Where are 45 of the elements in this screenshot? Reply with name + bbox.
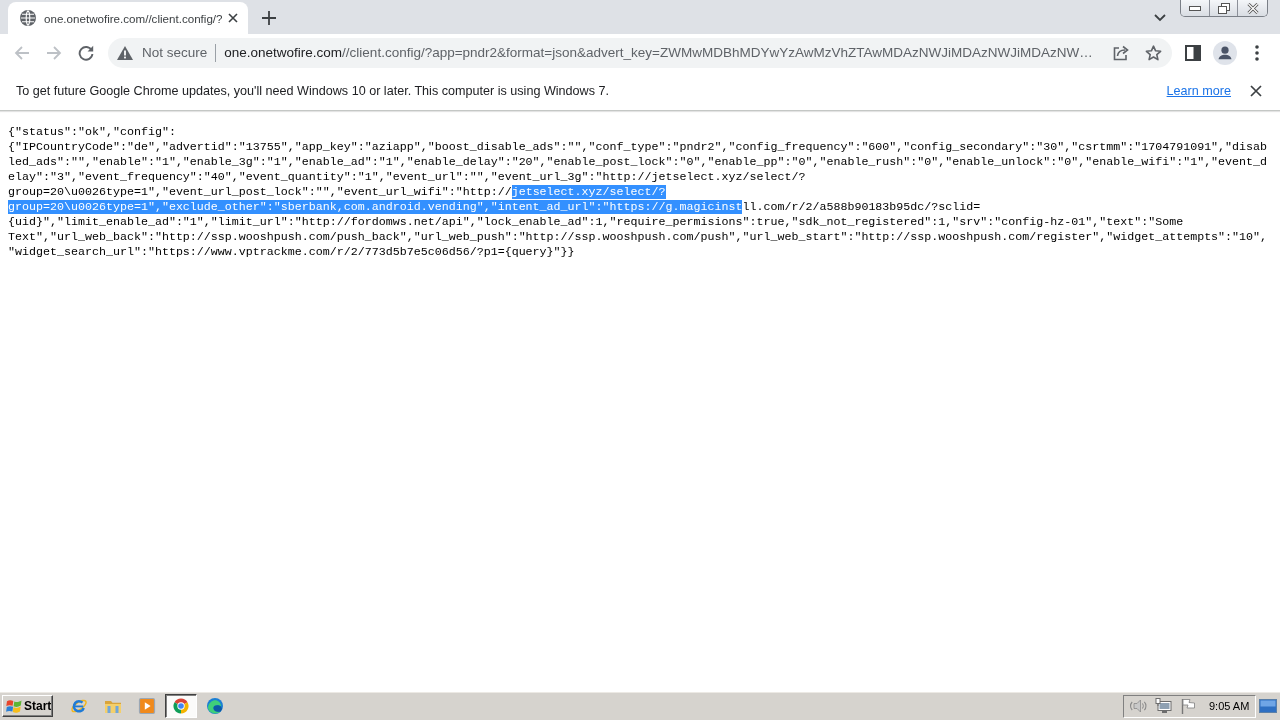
- share-icon[interactable]: [1113, 44, 1129, 61]
- minimize-button[interactable]: [1181, 0, 1209, 16]
- json-text: {"status":"ok","config":: [8, 125, 176, 139]
- browser-tab[interactable]: one.onetwofire.com//client.config/?: [8, 2, 248, 34]
- clock: 9:05 AM: [1209, 700, 1250, 712]
- json-text: elay":"3","event_frequency":"40","event_quantity":"1","event_url":"","event_url_3g":"http://jetselect.xyz/select/?: [8, 170, 806, 184]
- taskbar-button[interactable]: [165, 694, 197, 718]
- close-icon[interactable]: [1250, 84, 1262, 97]
- close-button[interactable]: [1237, 0, 1267, 16]
- infobar-message: To get future Google Chrome updates, you'll need Windows 10 or later. This computer is using Windows 7.: [16, 83, 609, 98]
- json-text: "widget_search_url":"https://www.vptrackme.com/r/2/773d5b7e5c06d56/?p1={query}"}}: [8, 245, 575, 259]
- minimize-icon: [1189, 5, 1201, 11]
- json-text: {"IPCountryCode":"de","advertid":"13755","app_key":"aziapp","boost_disable_ads":"","conf_type":"pndr2","config_frequency":"600","config_secondary":"30","csrtmm":"1704791091","disab: [8, 140, 1268, 154]
- security-status[interactable]: Not secure: [142, 45, 208, 60]
- json-text: led_ads":"","enable":"1","enable_3g":"1","enable_ad":"1","enable_delay":"20","enable_post_lock":"0","enable_pp":"0","enable_rush":"0","enable_unlock":"0","enable_wifi":"1","event_d: [8, 155, 1268, 169]
- warning-icon[interactable]: [117, 45, 133, 60]
- wave-logo-icon: [206, 697, 224, 715]
- flag-logo-icon: [6, 698, 22, 714]
- menu-icon[interactable]: [1255, 44, 1259, 61]
- restore-icon: [1217, 2, 1230, 14]
- json-text: ll.com/r/2/a588b90183b95dc/?sclid=: [742, 200, 981, 214]
- flag-icon[interactable]: [1180, 698, 1196, 714]
- star-icon[interactable]: [1145, 44, 1162, 61]
- json-text: {uid}","limit_enable_ad":"1","limit_url":"http://fordomws.net/api","lock_enable_ad":1,"require_permisions":true,"sdk_not_registered":1,"srv":"config-hz-01","text":"Some: [8, 215, 1184, 229]
- e-logo-icon: [70, 697, 88, 715]
- plus-icon[interactable]: [262, 11, 276, 25]
- circle-logo-icon: [172, 697, 190, 715]
- chevron-down-icon[interactable]: [1154, 14, 1166, 22]
- network-icon[interactable]: [1155, 698, 1173, 714]
- json-text: group=20\u0026type=1","exclude_other":"sberbank,com.android.vending","intent_ad_url":"https://g.magicinst: [8, 200, 743, 214]
- json-text: jetselect.xyz/select/?: [511, 185, 666, 199]
- side-panel-icon[interactable]: [1185, 44, 1201, 61]
- globe-icon: [20, 10, 36, 26]
- start-button[interactable]: Start: [2, 695, 53, 717]
- url-text[interactable]: one.onetwofire.com//client.config/?app=pndr2&format=json&advert_key=ZWMwMDBhMDYwYzAwMzVhZTAwMDAzNWJiMDAzNWJiMDAzNW…: [224, 45, 1099, 60]
- reload-icon[interactable]: [78, 44, 94, 61]
- restore-button[interactable]: [1209, 0, 1237, 16]
- close-icon: [1246, 2, 1259, 14]
- json-text: group=20\u0026type=1","event_url_post_lock":"","event_url_wifi":"http://: [8, 185, 512, 199]
- close-icon[interactable]: [228, 13, 238, 23]
- address-bar[interactable]: Not secure one.onetwofire.com//client.config/?app=pndr2&format=json&advert_key=ZWMwMDBhMDYwYzAwMzVhZTAwMDAzNWJiMDAzNWJiMDAzNW…: [108, 37, 1172, 68]
- json-text: Text","url_web_back":"http://ssp.wooshpush.com/push_back","url_web_push":"http://ssp.wooshpush.com/push","url_web_start":"http://ssp.wooshpush.com/register","widget_attempts":"10",: [8, 230, 1268, 244]
- learn-more-link[interactable]: Learn more: [1166, 83, 1231, 98]
- avatar-icon[interactable]: [1213, 40, 1237, 65]
- play-icon: [138, 697, 156, 715]
